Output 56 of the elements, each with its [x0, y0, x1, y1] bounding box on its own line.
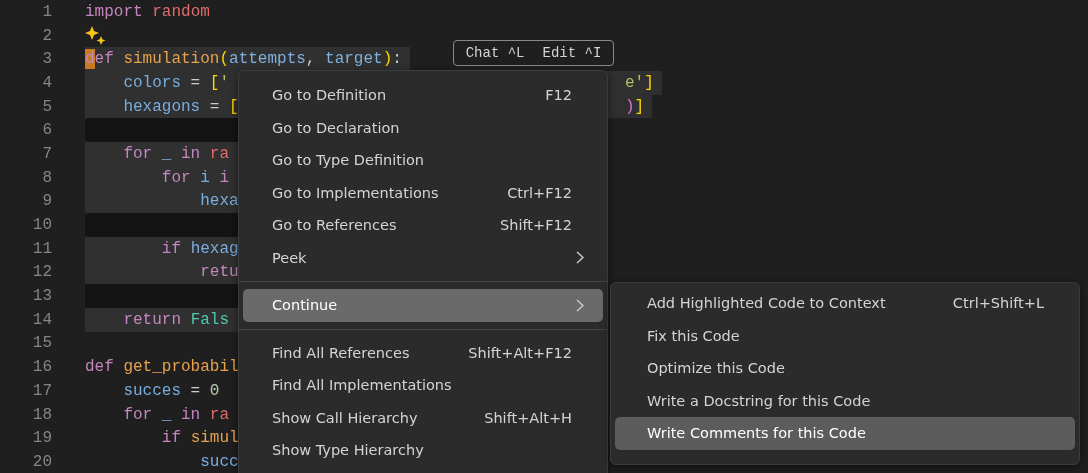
- menu-item[interactable]: Find All References Shift+Alt+F12: [243, 336, 603, 369]
- menu-item[interactable]: Fix this Code: [615, 319, 1075, 352]
- menu-item[interactable]: Go to References Shift+F12: [243, 209, 603, 242]
- menu-item[interactable]: Peek: [243, 241, 603, 274]
- code-line: if simul: [160, 429, 239, 448]
- inline-chat-hint[interactable]: Chat ^L Edit ^I: [453, 40, 614, 66]
- code-line: for _ in ra: [122, 405, 230, 424]
- menu-item[interactable]: Write a Docstring for this Code: [615, 384, 1075, 417]
- line-number: 15: [31, 334, 52, 353]
- code-line: retu: [199, 263, 239, 282]
- line-number: 16: [31, 358, 52, 377]
- line-number: 5: [41, 97, 52, 116]
- line-number: 6: [41, 121, 52, 140]
- code-line: if hexag: [160, 239, 239, 258]
- code-line: hexa: [199, 192, 239, 211]
- line-number: 20: [31, 452, 52, 471]
- line-number: 10: [31, 216, 52, 235]
- menu-item[interactable]: Optimize this Code: [615, 352, 1075, 385]
- chat-shortcut[interactable]: Chat ^L: [465, 45, 525, 61]
- line-number: 17: [31, 381, 52, 400]
- line-number: 8: [41, 168, 52, 187]
- code-line: def get_probabil: [85, 358, 239, 377]
- code-fragment: e']: [625, 73, 654, 92]
- line-number: 13: [31, 287, 52, 306]
- code-line: hexagons = [: [122, 97, 239, 116]
- menu-item[interactable]: Continue: [243, 289, 603, 322]
- code-line: return Fals: [122, 310, 230, 329]
- line-number: 9: [41, 192, 52, 211]
- line-number: 14: [31, 310, 52, 329]
- menu-item[interactable]: Go to Implementations Ctrl+F12: [243, 176, 603, 209]
- code-fragment: )]: [625, 97, 645, 116]
- menu-item[interactable]: Write Comments for this Code: [615, 417, 1075, 450]
- menu-item[interactable]: Go to Declaration: [243, 111, 603, 144]
- line-number: 11: [31, 239, 52, 258]
- menu-item[interactable]: Show Call Hierarchy Shift+Alt+H: [243, 401, 603, 434]
- line-number: 3: [41, 50, 52, 69]
- menu-item[interactable]: Add Highlighted Code to Context Ctrl+Shift+L: [615, 287, 1075, 320]
- code-line: colors = [': [122, 73, 230, 92]
- menu-item[interactable]: Find All Implementations: [243, 369, 603, 402]
- code-line: import random: [85, 2, 210, 21]
- menu-item[interactable]: Go to Definition F12: [243, 79, 603, 112]
- line-number: 2: [41, 26, 52, 45]
- line-number: 12: [31, 263, 52, 282]
- line-number: 18: [31, 405, 52, 424]
- line-number: 7: [41, 144, 52, 163]
- menu-item[interactable]: Show Type Hierarchy: [243, 434, 603, 467]
- code-line: succ: [199, 452, 239, 471]
- line-number: 19: [31, 429, 52, 448]
- menu-item[interactable]: Go to Type Definition: [243, 144, 603, 177]
- line-number: 4: [41, 73, 52, 92]
- sparkle-icon[interactable]: [85, 24, 107, 47]
- code-line: for _ in ra: [122, 144, 230, 163]
- line-number: 1: [41, 2, 52, 21]
- code-line: for i i: [160, 168, 230, 187]
- edit-shortcut[interactable]: Edit ^I: [542, 45, 602, 61]
- code-line: succes = 0: [122, 381, 220, 400]
